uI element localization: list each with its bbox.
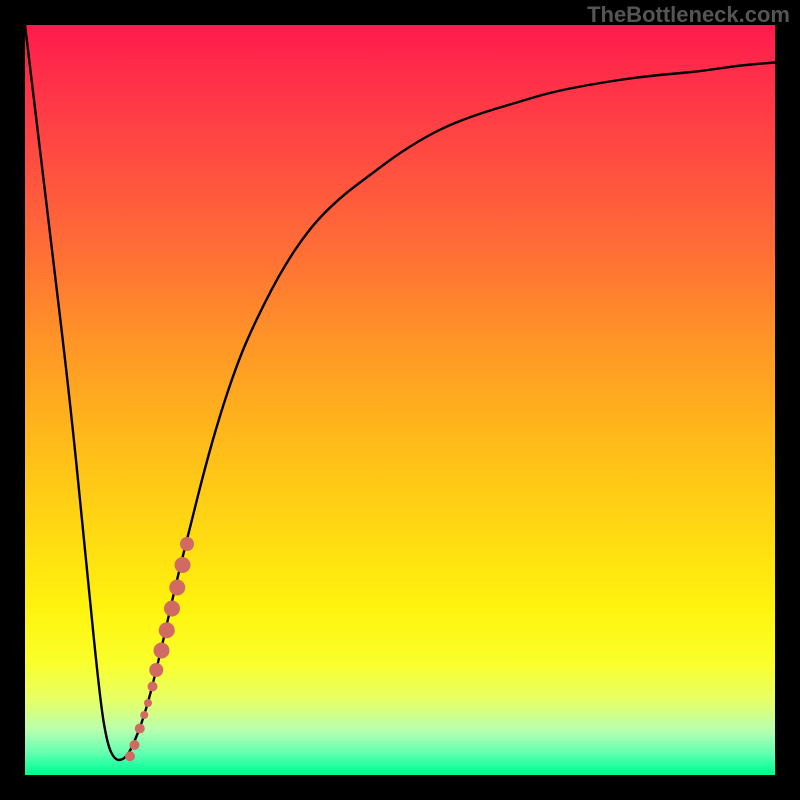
marker-dot — [148, 682, 158, 692]
marker-dot — [164, 601, 180, 617]
marker-dot — [135, 724, 145, 734]
marker-dot — [125, 751, 135, 761]
marker-dot — [144, 699, 152, 707]
marker-dot — [180, 537, 194, 551]
chart-container: TheBottleneck.com — [0, 0, 800, 800]
marker-dot — [169, 580, 185, 596]
marker-dot — [130, 740, 140, 750]
watermark-text: TheBottleneck.com — [587, 2, 790, 28]
marker-dot — [154, 643, 170, 659]
plot-area — [25, 25, 775, 775]
marker-dot — [159, 622, 175, 638]
marker-dot — [140, 711, 148, 719]
curve-layer — [25, 25, 775, 775]
marker-group — [125, 537, 194, 761]
bottleneck-curve — [25, 25, 775, 760]
marker-dot — [175, 557, 191, 573]
marker-dot — [149, 663, 163, 677]
